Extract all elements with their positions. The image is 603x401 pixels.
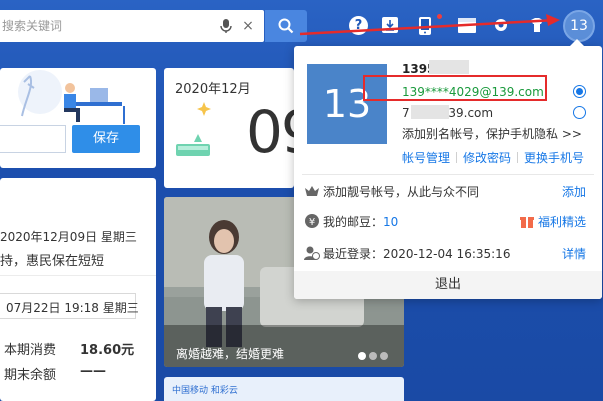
masked-number	[429, 60, 469, 74]
calendar-card[interactable]: 2020年12月 09	[164, 68, 318, 188]
search-button[interactable]	[265, 10, 307, 42]
account-manage-link[interactable]: 帐号管理	[402, 151, 450, 165]
add-alias-link[interactable]: 添加别名帐号，保护手机隐私 >>	[402, 125, 582, 142]
user-avatar[interactable]: 13	[563, 10, 595, 42]
clear-icon[interactable]: ×	[240, 18, 256, 34]
ad-banner[interactable]: 中国移动 和彩云	[164, 377, 404, 401]
last-login-text: 最近登录：2020-12-04 16:35:16	[323, 247, 511, 261]
crown-icon	[305, 186, 319, 196]
skin-icon[interactable]	[528, 16, 548, 36]
download-icon[interactable]	[381, 16, 401, 36]
last-login-row: 最近登录：2020-12-04 16:35:16 详情	[304, 245, 586, 265]
search-icon	[278, 18, 294, 34]
save-button[interactable]: 保存	[72, 125, 140, 153]
user-clock-icon	[304, 246, 320, 260]
divider	[302, 174, 594, 175]
bill-label-balance: 期末余额	[4, 368, 57, 383]
add-pretty-number-link[interactable]: 添加	[562, 183, 586, 200]
phone-icon[interactable]	[418, 16, 438, 36]
bill-value-consume: 18.60元	[80, 343, 135, 358]
mail-beans-value[interactable]: 10	[383, 215, 398, 229]
annotation-highlight-box	[363, 75, 547, 101]
coin-icon: ¥	[305, 214, 319, 228]
bill-date: 07月22日 19:18 星期三	[6, 301, 139, 315]
account-radio-selected[interactable]	[573, 85, 586, 98]
change-phone-link[interactable]: 更换手机号	[524, 151, 584, 165]
bill-value-balance: ——	[80, 364, 106, 379]
bill-date-box: 07月22日 19:18 星期三	[0, 293, 139, 319]
mail-list-card: 2020年12月09日 星期三 持，惠民保在短短 07月22日 19:18 星期…	[0, 178, 156, 401]
masked-account	[411, 105, 449, 119]
microphone-icon[interactable]	[218, 18, 234, 34]
ad-text: 中国移动 和彩云	[172, 386, 238, 396]
mail-app: × ? 13	[0, 0, 603, 401]
pretty-number-text: 添加靓号帐号，从此与众不同	[323, 185, 480, 199]
login-detail-link[interactable]: 详情	[562, 245, 586, 262]
calendar-icon[interactable]	[457, 16, 477, 36]
signature-input[interactable]	[0, 125, 66, 153]
calendar-month: 2020年12月	[175, 82, 251, 97]
mail-beans-label: 我的邮豆：	[323, 215, 384, 229]
account-links: 帐号管理 修改密码 更换手机号	[402, 149, 584, 166]
calendar-illustration	[176, 102, 211, 156]
desk-illustration	[18, 70, 125, 124]
account-radio[interactable]	[573, 106, 586, 119]
bill-label-consume: 本期消费	[4, 343, 57, 358]
top-bar: × ? 13	[0, 0, 603, 52]
svg-text:¥: ¥	[309, 217, 315, 228]
gift-icon	[519, 217, 534, 228]
carousel-dots[interactable]	[358, 349, 391, 363]
change-password-link[interactable]: 修改密码	[463, 151, 511, 165]
list-item-subject[interactable]: 持，惠民保在短短	[0, 250, 104, 269]
welfare-link[interactable]: 福利精选	[519, 213, 586, 230]
notification-dot	[437, 14, 442, 19]
pretty-number-row: 添加靓号帐号，从此与众不同 添加	[304, 183, 586, 203]
search-box: ×	[0, 10, 264, 42]
mail-beans-row: ¥ 我的邮豆：10 福利精选	[304, 213, 586, 233]
banner-caption: 离婚越难，结婚更难	[176, 347, 285, 361]
help-icon[interactable]: ?	[349, 16, 368, 35]
divider	[0, 275, 156, 276]
search-input[interactable]	[0, 10, 200, 42]
signature-card: 保存	[0, 68, 156, 168]
settings-icon[interactable]	[492, 16, 512, 36]
logout-button[interactable]: 退出	[294, 271, 602, 299]
list-item-date[interactable]: 2020年12月09日 星期三	[0, 228, 137, 245]
